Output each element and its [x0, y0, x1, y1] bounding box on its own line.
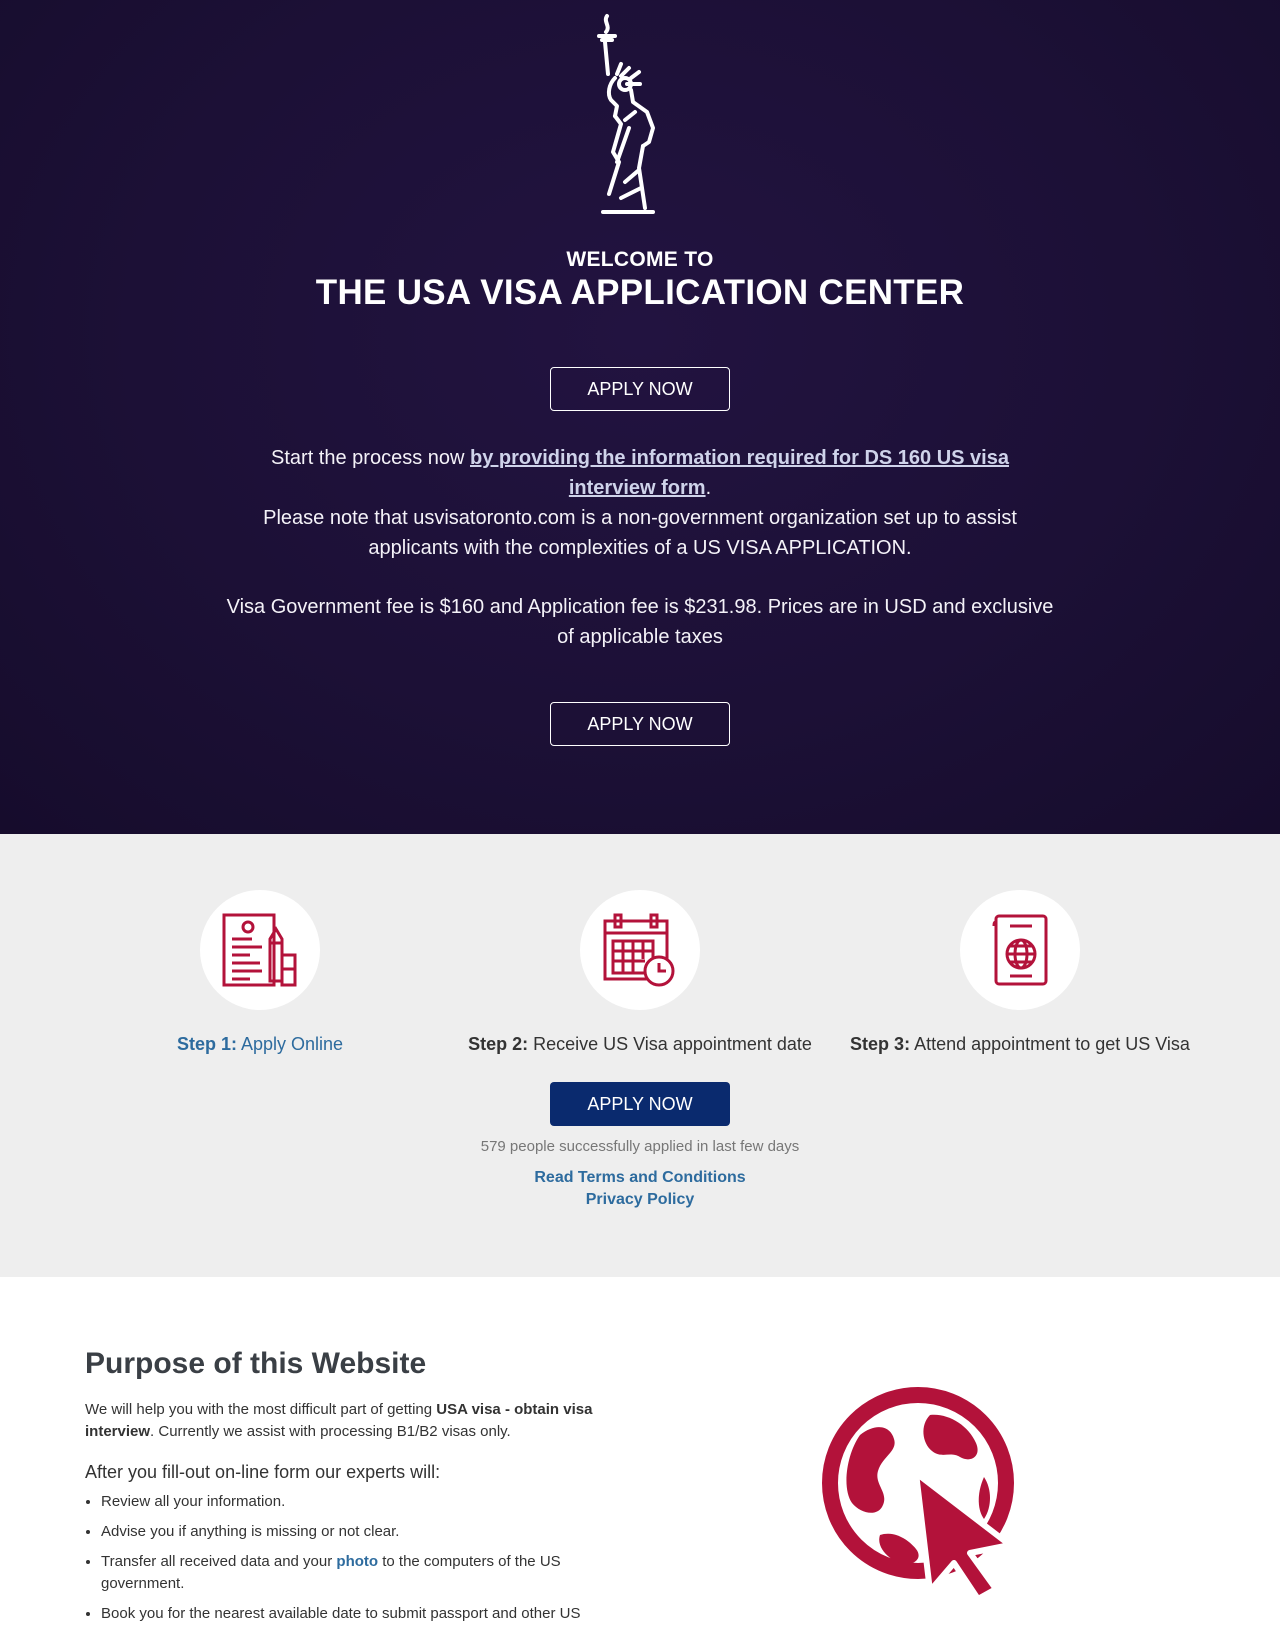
steps-section: Step 1: Apply Online Step 2: Receive US …	[0, 834, 1280, 1277]
list-item: Transfer all received data and your phot…	[101, 1551, 621, 1595]
non-government-note: Please note that usvisatoronto.com is a …	[263, 507, 1017, 559]
passport-icon	[992, 914, 1048, 986]
apply-now-button-top[interactable]: APPLY NOW	[550, 367, 730, 411]
purpose-section: Purpose of this Website We will help you…	[0, 1277, 1280, 1631]
privacy-link-row: Privacy Policy	[0, 1191, 1280, 1209]
hero-section: WELCOME TO THE USA VISA APPLICATION CENT…	[0, 0, 1280, 834]
apply-now-button-steps[interactable]: APPLY NOW	[550, 1082, 730, 1126]
start-suffix: .	[705, 477, 712, 499]
fee-notice: Visa Government fee is $160 and Applicat…	[226, 596, 1054, 648]
photo-link[interactable]: photo	[336, 1553, 378, 1570]
step1-prefix: Step 1:	[176, 1034, 237, 1054]
step3-prefix: Step 3:	[850, 1034, 911, 1054]
step1-icon-circle	[200, 890, 320, 1010]
terms-link[interactable]: Read Terms and Conditions	[534, 1169, 745, 1186]
applied-count-text: 579 people successfully applied in last …	[480, 1138, 800, 1155]
welcome-subtitle: WELCOME TO	[566, 248, 714, 271]
purpose-intro: We will help you with the most difficult…	[85, 1399, 605, 1443]
step1-text[interactable]: Apply Online	[241, 1034, 343, 1054]
list-item: Review all your information.	[101, 1491, 621, 1513]
ds160-form-link[interactable]: by providing the information required fo…	[470, 447, 1009, 499]
hero-description: Start the process now by providing the i…	[225, 443, 1055, 563]
intro-suffix: . Currently we assist with processing B1…	[150, 1423, 511, 1440]
step2-prefix: Step 2:	[468, 1034, 529, 1054]
item3-prefix: Transfer all received data and your	[101, 1553, 337, 1570]
step3-icon-circle	[960, 890, 1080, 1010]
apply-now-button-hero[interactable]: APPLY NOW	[550, 702, 730, 746]
step2-icon-circle	[580, 890, 700, 1010]
step2-label: Step 2: Receive US Visa appointment date	[460, 1034, 820, 1055]
globe-cursor-icon	[822, 1387, 1014, 1595]
list-item: Book you for the nearest available date …	[101, 1603, 621, 1625]
step2-text: Receive US Visa appointment date	[533, 1034, 812, 1054]
purpose-title: Purpose of this Website	[85, 1347, 427, 1380]
step3-text: Attend appointment to get US Visa	[914, 1034, 1190, 1054]
intro-prefix: We will help you with the most difficult…	[85, 1401, 437, 1418]
expert-list: Review all your information. Advise you …	[101, 1491, 621, 1633]
page-title: THE USA VISA APPLICATION CENTER	[315, 273, 965, 312]
application-form-icon	[222, 913, 297, 987]
start-text: Start the process now	[271, 447, 470, 469]
after-heading: After you fill-out on-line form our expe…	[85, 1462, 441, 1482]
privacy-link[interactable]: Privacy Policy	[586, 1191, 695, 1208]
list-item: Advise you if anything is missing or not…	[101, 1521, 621, 1543]
statue-of-liberty-icon	[597, 14, 655, 214]
terms-link-row: Read Terms and Conditions	[0, 1169, 1280, 1187]
step1-label: Step 1: Apply Online	[100, 1034, 420, 1055]
calendar-clock-icon	[603, 913, 675, 987]
step3-label: Step 3: Attend appointment to get US Vis…	[840, 1034, 1200, 1055]
